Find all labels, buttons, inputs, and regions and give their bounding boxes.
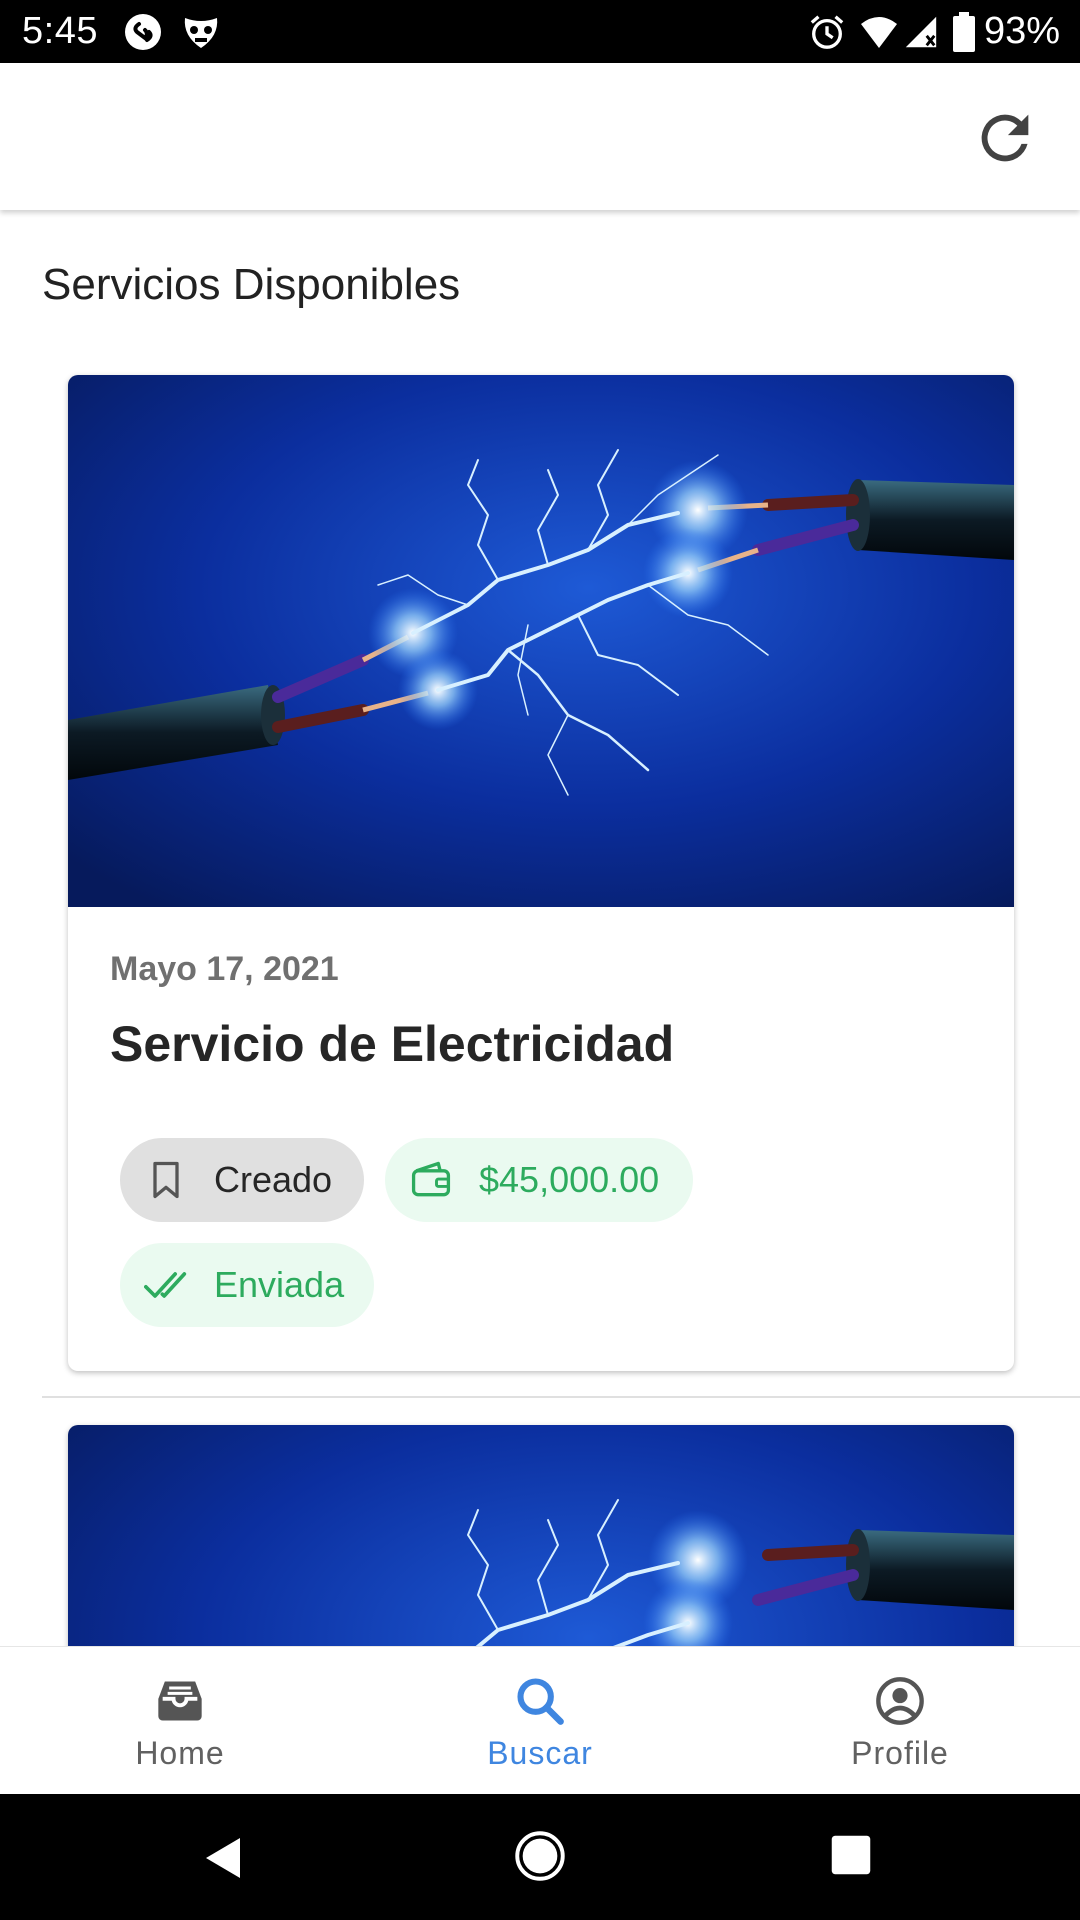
bookmark-icon [153, 1161, 179, 1199]
signal-icon [905, 16, 937, 48]
card-date: Mayo 17, 2021 [110, 950, 339, 988]
main-content: Servicios Disponibles Mayo 17, 2021 Serv… [0, 210, 1080, 1646]
home-circle-icon[interactable] [514, 1830, 566, 1882]
divider [42, 1396, 1080, 1398]
bottom-nav: Home Buscar Profile [0, 1646, 1080, 1794]
nav-item-profile[interactable]: Profile [720, 1647, 1080, 1795]
sent-chip[interactable]: Enviada [120, 1243, 374, 1327]
back-icon[interactable] [200, 1834, 248, 1882]
price-chip[interactable]: $45,000.00 [385, 1138, 693, 1222]
battery-percent: 93% [983, 10, 1060, 52]
nav-label-buscar: Buscar [487, 1735, 593, 1771]
service-card[interactable] [68, 1425, 1014, 1646]
service-card[interactable]: Mayo 17, 2021 Servicio de Electricidad C… [68, 375, 1014, 1371]
shazam-icon [125, 14, 161, 50]
alarm-icon [810, 15, 844, 49]
nav-label-profile: Profile [851, 1735, 949, 1771]
nav-item-home[interactable]: Home [0, 1647, 360, 1795]
wifi-icon [861, 17, 897, 48]
status-chip-created[interactable]: Creado [120, 1138, 364, 1222]
card-title: Servicio de Electricidad [110, 1016, 675, 1072]
recents-icon[interactable] [830, 1834, 872, 1876]
app-bar [0, 63, 1080, 210]
system-nav-bar [0, 1794, 1080, 1920]
battery-icon [953, 12, 975, 52]
electric-wires-image [68, 1425, 1014, 1646]
section-title: Servicios Disponibles [42, 260, 461, 309]
nav-item-buscar[interactable]: Buscar [360, 1647, 720, 1795]
double-check-icon [144, 1272, 187, 1298]
electric-wires-image [68, 375, 1014, 907]
price-chip-label: $45,000.00 [479, 1159, 660, 1200]
sent-chip-label: Enviada [214, 1264, 345, 1305]
nav-label-home: Home [135, 1735, 225, 1771]
wallet-icon [411, 1161, 451, 1197]
mask-icon [184, 18, 218, 48]
status-time: 5:45 [22, 10, 98, 52]
inbox-icon [158, 1681, 202, 1721]
search-icon [517, 1678, 564, 1725]
account-circle-icon [876, 1677, 924, 1725]
refresh-icon[interactable] [970, 103, 1040, 173]
status-bar: 5:45 93% [0, 0, 1080, 63]
status-chip-label: Creado [214, 1159, 333, 1200]
